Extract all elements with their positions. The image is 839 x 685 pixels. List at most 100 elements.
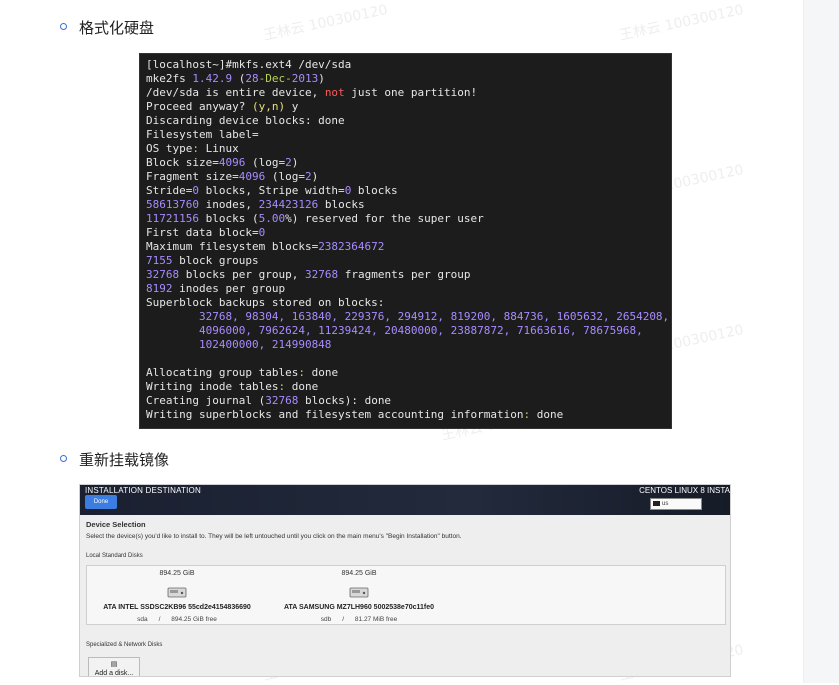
- terminal-text: done: [530, 408, 564, 421]
- device-selection-heading: Device Selection: [86, 520, 146, 529]
- terminal-text: 32768, 98304, 163840, 229376, 294912, 81…: [146, 310, 670, 323]
- hard-disk-icon: [167, 587, 187, 598]
- terminal-line: /dev/sda is entire device, not just one …: [146, 86, 671, 100]
- terminal-text: block groups: [172, 254, 259, 267]
- disk-size: 894.25 GiB: [341, 570, 377, 577]
- terminal-text: 4096: [218, 156, 246, 169]
- keyboard-icon: [653, 500, 660, 506]
- terminal-text: [localhost~]#mkfs.ext4 /dev/sda: [146, 58, 352, 71]
- terminal-text: 8192: [146, 282, 173, 295]
- terminal-line: mke2fs 1.42.9 (28-Dec-2013): [146, 72, 671, 86]
- disk-name: ATA INTEL SSDSC2KB96 55cd2e4154836690: [103, 604, 251, 611]
- terminal-text: Linux: [198, 142, 239, 155]
- terminal-text: 234423126: [258, 198, 319, 211]
- terminal-text: Creating journal (: [146, 394, 266, 407]
- terminal-text: ): [291, 156, 299, 169]
- terminal-text: 2013: [291, 72, 319, 85]
- terminal-text: not: [324, 86, 345, 99]
- terminal-line: Allocating group tables: done: [146, 366, 671, 380]
- disk-sda[interactable]: 894.25 GiB ATA INTEL SSDSC2KB96 55cd2e41…: [87, 566, 267, 626]
- disk-meta: sda / 894.25 GiB free: [87, 616, 267, 623]
- terminal-text: First data block=: [146, 226, 259, 239]
- terminal-line: OS type: Linux: [146, 142, 671, 156]
- terminal-line: Proceed anyway? (y,n) y: [146, 100, 671, 114]
- terminal-text: Discarding device blocks: done: [146, 114, 345, 127]
- disk-device: sda: [137, 616, 148, 623]
- terminal-text: Stride=: [146, 184, 193, 197]
- terminal-text: 2382364672: [318, 240, 385, 253]
- terminal-text: blocks, Stripe width=: [198, 184, 345, 197]
- terminal-text: inodes per group: [172, 282, 286, 295]
- terminal-text: blocks: [351, 184, 398, 197]
- terminal-text: 0: [192, 184, 199, 197]
- add-disk-button[interactable]: ▤ Add a disk...: [88, 657, 140, 676]
- terminal-text: (log=: [245, 156, 286, 169]
- terminal-text: inodes,: [198, 198, 259, 211]
- terminal-text: Block size=: [146, 156, 219, 169]
- terminal-text: blocks (: [198, 212, 259, 225]
- hard-disk-icon: [349, 587, 369, 598]
- local-disks-panel: 894.25 GiB ATA INTEL SSDSC2KB96 55cd2e41…: [86, 565, 726, 625]
- terminal-text: done: [285, 380, 319, 393]
- terminal-text: 1.42.9: [192, 72, 233, 85]
- terminal-line: [localhost~]#mkfs.ext4 /dev/sda: [146, 58, 671, 72]
- terminal-line: Superblock backups stored on blocks:: [146, 296, 671, 310]
- terminal-text: 2: [285, 156, 292, 169]
- terminal-text: y: [285, 100, 299, 113]
- disk-sdb[interactable]: 894.25 GiB ATA SAMSUNG MZ7LH960 5002538e…: [269, 566, 449, 626]
- disk-size: 894.25 GiB: [159, 570, 195, 577]
- terminal-text: 28: [245, 72, 259, 85]
- terminal-text: Filesystem label=: [146, 128, 259, 141]
- terminal-text: :: [192, 142, 199, 155]
- terminal-text: (: [232, 72, 246, 85]
- installer-screenshot: INSTALLATION DESTINATION Done CENTOS LIN…: [79, 484, 731, 677]
- terminal-line: 102400000, 214990848: [146, 338, 671, 352]
- terminal-screenshot: [localhost~]#mkfs.ext4 /dev/sda mke2fs 1.…: [139, 53, 672, 429]
- terminal-text: OS type: [146, 142, 193, 155]
- terminal-text: 0: [258, 226, 266, 239]
- terminal-line: Discarding device blocks: done: [146, 114, 671, 128]
- terminal-text: just one partition!: [344, 86, 478, 99]
- terminal-text: fragments per group: [338, 268, 471, 281]
- terminal-line: Stride=0 blocks, Stripe width=0 blocks: [146, 184, 671, 198]
- terminal-text: ): [318, 72, 325, 85]
- device-selection-hint: Select the device(s) you'd like to insta…: [86, 533, 462, 540]
- terminal-text: :: [298, 366, 305, 379]
- terminal-text: 32768: [304, 268, 339, 281]
- disk-name: ATA SAMSUNG MZ7LH960 5002538e70c11fe0: [283, 604, 435, 611]
- terminal-line: 4096000, 7962624, 11239424, 20480000, 23…: [146, 324, 671, 338]
- terminal-text: blocks per group,: [179, 268, 305, 281]
- terminal-line: Creating journal (32768 blocks): done: [146, 394, 671, 408]
- terminal-text: Writing superblocks and filesystem accou…: [146, 408, 524, 421]
- disk-free: 81.27 MiB free: [354, 616, 398, 623]
- terminal-text: 32768: [265, 394, 299, 407]
- terminal-line: 32768, 98304, 163840, 229376, 294912, 81…: [146, 310, 671, 324]
- section-heading-format-disk: 格式化硬盘: [79, 19, 155, 37]
- terminal-line: Maximum filesystem blocks=2382364672: [146, 240, 671, 254]
- keyboard-layout-indicator[interactable]: us: [650, 498, 702, 510]
- list-bullet: [60, 23, 67, 30]
- terminal-text: ): [311, 170, 319, 183]
- watermark: 王林云 100300120: [261, 1, 390, 44]
- terminal-text: Proceed anyway?: [146, 100, 252, 113]
- terminal-text: -Dec-: [258, 72, 292, 85]
- keyboard-layout-label: us: [662, 501, 669, 507]
- terminal-text: 11721156: [146, 212, 199, 225]
- terminal-text: 32768: [146, 268, 180, 281]
- add-disk-icon: ▤: [110, 661, 118, 668]
- terminal-text: 4096000, 7962624, 11239424, 20480000, 23…: [146, 324, 643, 337]
- page-gutter: [803, 0, 839, 683]
- terminal-text: 2: [304, 170, 312, 183]
- terminal-text: 58613760: [146, 198, 199, 211]
- terminal-line: 8192 inodes per group: [146, 282, 671, 296]
- terminal-text: /dev/sda is entire device,: [146, 86, 325, 99]
- terminal-text: blocks: [318, 198, 365, 211]
- done-button[interactable]: Done: [85, 495, 117, 509]
- terminal-line: Block size=4096 (log=2): [146, 156, 671, 170]
- terminal-line: 32768 blocks per group, 32768 fragments …: [146, 268, 671, 282]
- local-disks-label: Local Standard Disks: [86, 553, 143, 559]
- section-heading-remount-image: 重新挂载镜像: [79, 451, 170, 469]
- terminal-line: Fragment size=4096 (log=2): [146, 170, 671, 184]
- disk-separator: /: [342, 616, 344, 623]
- disk-separator: /: [158, 616, 161, 623]
